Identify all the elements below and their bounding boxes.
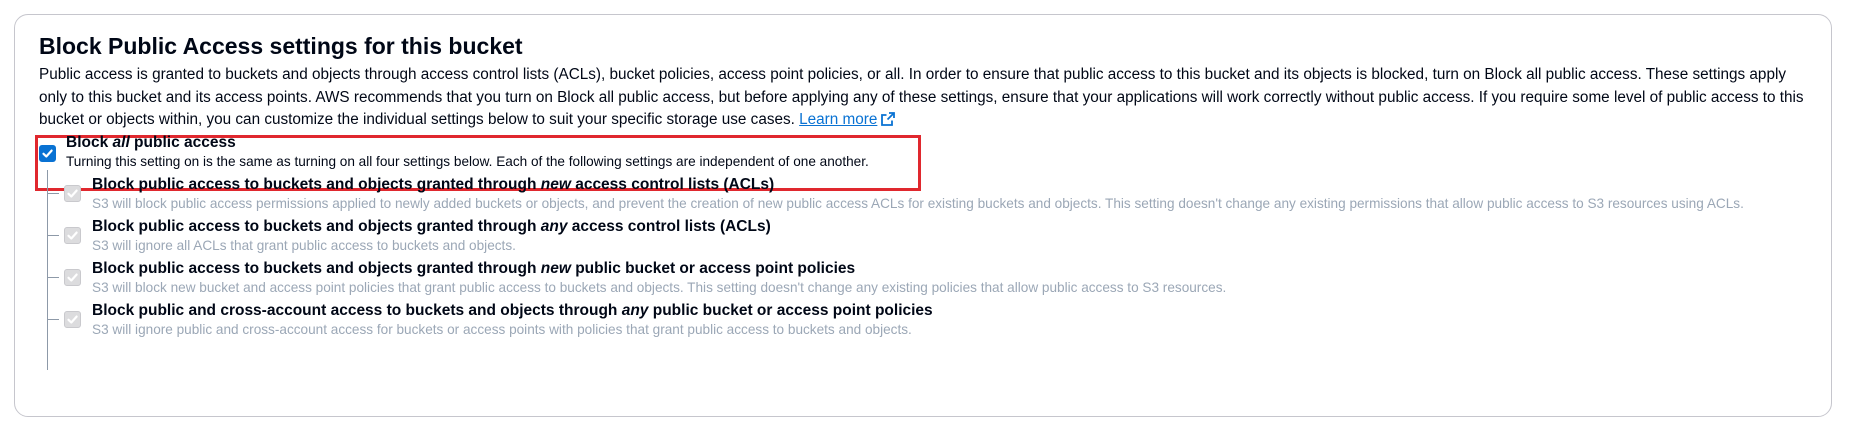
tree-connector <box>47 235 59 236</box>
setting-new-policies-description: S3 will block new bucket and access poin… <box>92 280 1227 295</box>
tree-connector <box>47 193 59 194</box>
checkmark-icon <box>67 231 78 240</box>
setting-any-policies-checkbox[interactable] <box>64 311 81 328</box>
checkmark-icon <box>67 315 78 324</box>
setting-label-em: new <box>540 176 571 193</box>
setting-any-acls-description: S3 will ignore all ACLs that grant publi… <box>92 238 516 253</box>
external-link-icon[interactable] <box>880 111 896 127</box>
setting-new-policies-label: Block public access to buckets and objec… <box>92 260 855 278</box>
tree-connector <box>47 277 59 278</box>
section-description: Public access is granted to buckets and … <box>39 64 1815 132</box>
tree-connector <box>47 319 59 320</box>
setting-new-acls-description: S3 will block public access permissions … <box>92 196 1744 211</box>
setting-label-em: any <box>621 302 649 319</box>
block-all-description: Turning this setting on is the same as t… <box>66 154 869 169</box>
learn-more-label: Learn more <box>799 111 878 128</box>
tree-connector-vertical <box>47 170 48 370</box>
setting-new-acls-checkbox[interactable] <box>64 185 81 202</box>
checkmark-icon <box>67 189 78 198</box>
setting-any-policies-description: S3 will ignore public and cross-account … <box>92 322 912 337</box>
setting-new-acls-label: Block public access to buckets and objec… <box>92 176 774 194</box>
setting-label-pre: Block public access to buckets and objec… <box>92 218 541 235</box>
checkmark-icon <box>67 273 78 282</box>
block-all-label-post: public access <box>129 134 236 151</box>
setting-label-em: any <box>540 218 568 235</box>
setting-label-em: new <box>540 260 571 277</box>
setting-any-acls-checkbox[interactable] <box>64 227 81 244</box>
setting-label-pre: Block public access to buckets and objec… <box>92 260 541 277</box>
learn-more-link[interactable]: Learn more <box>799 111 877 128</box>
setting-label-pre: Block public access to buckets and objec… <box>92 176 541 193</box>
setting-label-pre: Block public and cross-account access to… <box>92 302 622 319</box>
block-all-checkbox[interactable] <box>39 145 56 162</box>
section-title: Block Public Access settings for this bu… <box>39 33 523 59</box>
setting-label-post: public bucket or access point policies <box>648 302 933 319</box>
setting-label-post: public bucket or access point policies <box>570 260 856 277</box>
block-public-access-panel: Block Public Access settings for this bu… <box>14 14 1832 417</box>
setting-any-policies-label: Block public and cross-account access to… <box>92 302 933 320</box>
block-all-label-em: all <box>112 134 130 151</box>
section-description-text: Public access is granted to buckets and … <box>39 66 1804 128</box>
block-all-label-pre: Block <box>66 134 113 151</box>
setting-new-policies-checkbox[interactable] <box>64 269 81 286</box>
setting-label-post: access control lists (ACLs) <box>567 218 771 235</box>
setting-label-post: access control lists (ACLs) <box>570 176 775 193</box>
block-all-label[interactable]: Block all public access <box>66 134 236 152</box>
checkmark-icon <box>42 149 53 158</box>
setting-any-acls-label: Block public access to buckets and objec… <box>92 218 771 236</box>
